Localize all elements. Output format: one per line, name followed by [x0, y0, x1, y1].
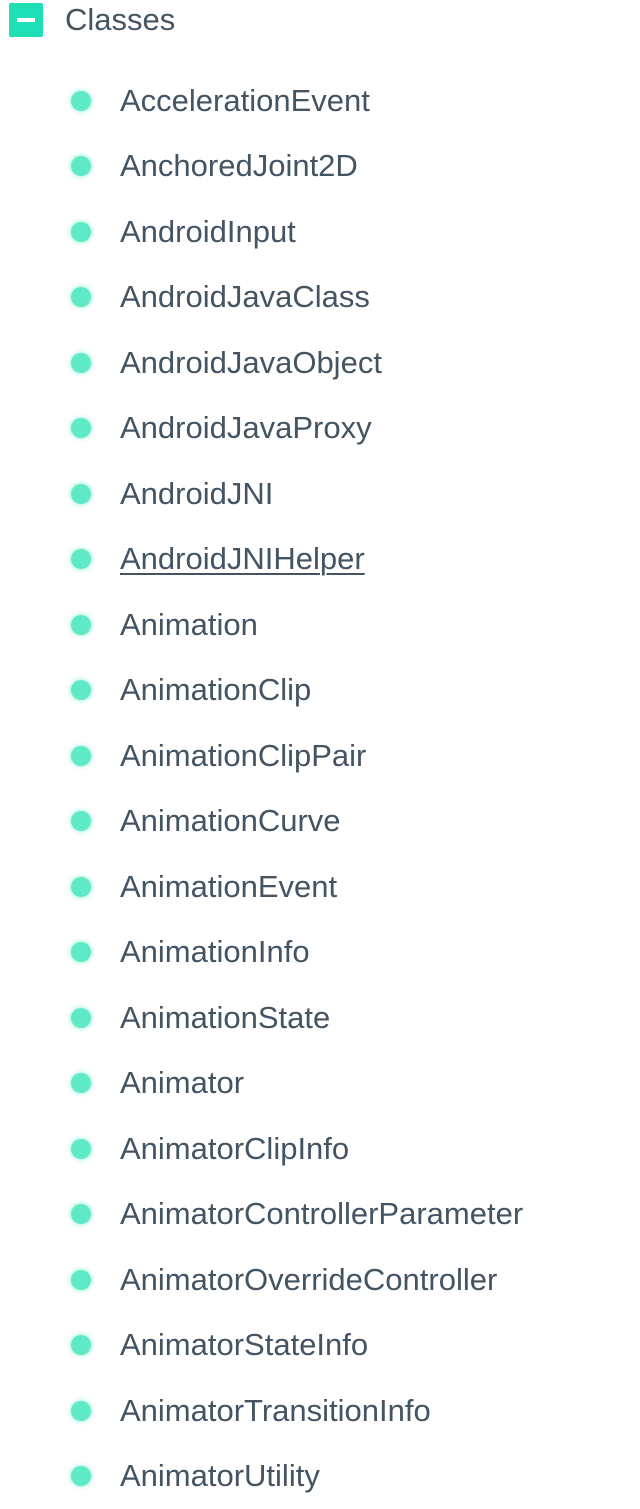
class-link[interactable]: AnchoredJoint2D	[120, 146, 358, 186]
class-list: AccelerationEvent AnchoredJoint2D AndroidI…	[0, 68, 640, 1509]
class-link[interactable]: AnimatorTransitionInfo	[120, 1391, 431, 1431]
list-item: AnimatorUtility	[0, 1444, 640, 1509]
bullet-dot-icon	[71, 91, 91, 111]
class-link[interactable]: Animator	[120, 1063, 244, 1103]
class-link[interactable]: AnimatorControllerParameter	[120, 1194, 523, 1234]
class-link[interactable]: AndroidJavaClass	[120, 277, 370, 317]
class-link[interactable]: AnimatorOverrideController	[120, 1260, 497, 1300]
bullet-dot-icon	[71, 877, 91, 897]
list-item: AnimationClipPair	[0, 723, 640, 789]
classes-section-header[interactable]: Classes	[9, 2, 175, 38]
bullet-dot-icon	[71, 811, 91, 831]
bullet-dot-icon	[71, 680, 91, 700]
class-link[interactable]: AnimationEvent	[120, 867, 337, 907]
bullet-dot-icon	[71, 484, 91, 504]
list-item: AndroidInput	[0, 199, 640, 265]
bullet-dot-icon	[71, 1335, 91, 1355]
class-link[interactable]: AnimatorStateInfo	[120, 1325, 368, 1365]
minus-icon	[17, 18, 35, 22]
class-link[interactable]: AnimationClip	[120, 670, 311, 710]
list-item: AnimationState	[0, 985, 640, 1051]
list-item: AnimationClip	[0, 658, 640, 724]
section-title: Classes	[65, 2, 175, 38]
class-link[interactable]: AndroidJavaProxy	[120, 408, 372, 448]
class-link[interactable]: AndroidJavaObject	[120, 343, 382, 383]
class-link[interactable]: Animation	[120, 605, 258, 645]
bullet-dot-icon	[71, 942, 91, 962]
class-link[interactable]: AnimationClipPair	[120, 736, 366, 776]
list-item: AnimatorOverrideController	[0, 1247, 640, 1313]
list-item: AndroidJavaObject	[0, 330, 640, 396]
bullet-dot-icon	[71, 156, 91, 176]
list-item: AnimatorTransitionInfo	[0, 1378, 640, 1444]
list-item: AndroidJavaProxy	[0, 396, 640, 462]
list-item: AndroidJavaClass	[0, 265, 640, 331]
class-link[interactable]: AndroidJNI	[120, 474, 273, 514]
list-item: AnimationInfo	[0, 920, 640, 986]
class-link[interactable]: AnimatorClipInfo	[120, 1129, 349, 1169]
bullet-dot-icon	[71, 1270, 91, 1290]
bullet-dot-icon	[71, 1008, 91, 1028]
bullet-dot-icon	[71, 1139, 91, 1159]
list-item: AnchoredJoint2D	[0, 134, 640, 200]
bullet-dot-icon	[71, 1401, 91, 1421]
class-link[interactable]: AccelerationEvent	[120, 81, 370, 121]
list-item: AnimatorStateInfo	[0, 1313, 640, 1379]
bullet-dot-icon	[71, 1466, 91, 1486]
bullet-dot-icon	[71, 549, 91, 569]
bullet-dot-icon	[71, 615, 91, 635]
class-link[interactable]: AnimatorUtility	[120, 1456, 320, 1496]
class-link[interactable]: AndroidInput	[120, 212, 296, 252]
class-link[interactable]: AnimationInfo	[120, 932, 310, 972]
list-item: Animator	[0, 1051, 640, 1117]
bullet-dot-icon	[71, 353, 91, 373]
list-item: AnimatorControllerParameter	[0, 1182, 640, 1248]
list-item: AnimationEvent	[0, 854, 640, 920]
list-item: AndroidJNIHelper	[0, 527, 640, 593]
bullet-dot-icon	[71, 1073, 91, 1093]
list-item: AnimationCurve	[0, 789, 640, 855]
list-item: Animation	[0, 592, 640, 658]
bullet-dot-icon	[71, 746, 91, 766]
class-link[interactable]: AnimationCurve	[120, 801, 341, 841]
class-link[interactable]: AndroidJNIHelper	[120, 539, 365, 579]
list-item: AnimatorClipInfo	[0, 1116, 640, 1182]
bullet-dot-icon	[71, 222, 91, 242]
list-item: AndroidJNI	[0, 461, 640, 527]
class-link[interactable]: AnimationState	[120, 998, 330, 1038]
bullet-dot-icon	[71, 418, 91, 438]
bullet-dot-icon	[71, 1204, 91, 1224]
bullet-dot-icon	[71, 287, 91, 307]
collapse-toggle-minus-icon[interactable]	[9, 3, 43, 37]
list-item: AccelerationEvent	[0, 68, 640, 134]
